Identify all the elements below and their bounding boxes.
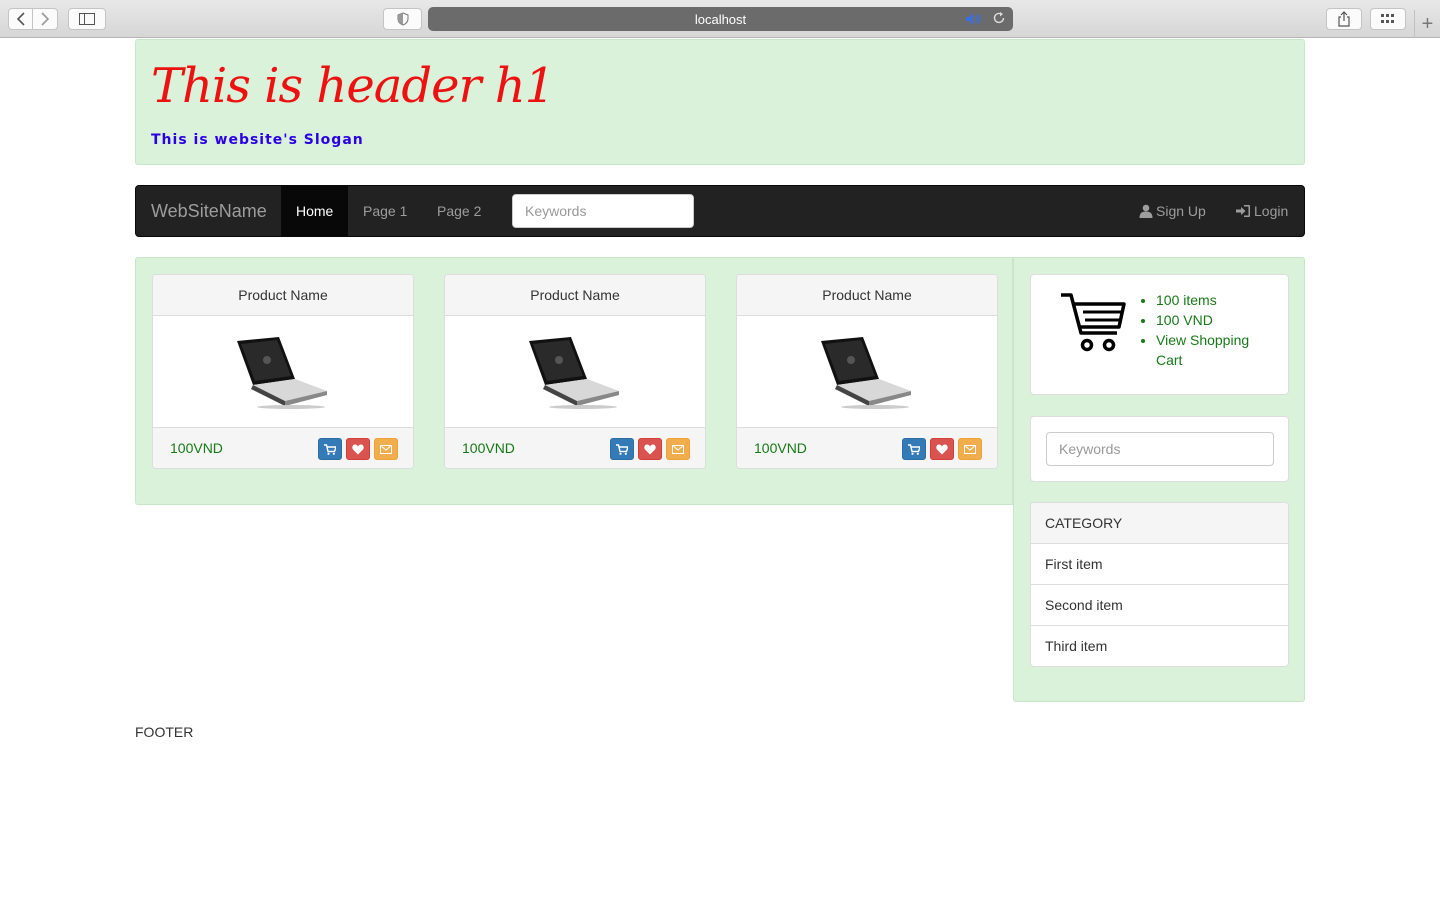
tab-overview-button[interactable] bbox=[1370, 8, 1406, 30]
user-icon bbox=[1139, 204, 1153, 218]
chevron-left-icon bbox=[16, 12, 25, 26]
address-bar[interactable]: localhost bbox=[428, 7, 1013, 31]
cart-icon bbox=[324, 443, 336, 455]
navbar-search-input[interactable] bbox=[512, 194, 694, 228]
sidebar-icon bbox=[79, 13, 95, 25]
header-title: This is header h1 bbox=[151, 58, 555, 114]
nav-home[interactable]: Home bbox=[281, 186, 349, 236]
login-label: Login bbox=[1254, 203, 1289, 219]
back-button[interactable] bbox=[8, 8, 33, 30]
sidebar-toggle-button[interactable] bbox=[68, 8, 106, 30]
share-button[interactable] bbox=[1326, 8, 1362, 30]
favorite-button[interactable] bbox=[346, 438, 370, 460]
forward-button[interactable] bbox=[33, 8, 58, 30]
sidebar-search-panel bbox=[1030, 416, 1289, 482]
browser-toolbar: localhost + bbox=[0, 0, 1440, 38]
category-panel: CATEGORY First item Second item Third it… bbox=[1030, 502, 1289, 667]
share-icon bbox=[1338, 11, 1350, 27]
shield-icon bbox=[397, 12, 408, 26]
cart-item-count: 100 items bbox=[1156, 290, 1279, 310]
add-to-cart-button[interactable] bbox=[318, 438, 342, 460]
product-name[interactable]: Product Name bbox=[737, 275, 997, 316]
nav-signup[interactable]: Sign Up bbox=[1139, 186, 1206, 236]
heart-icon bbox=[352, 444, 364, 454]
shopping-cart-icon[interactable] bbox=[1059, 291, 1127, 353]
grid-icon bbox=[1381, 14, 1394, 23]
privacy-shield-button[interactable] bbox=[383, 8, 422, 30]
favorite-button[interactable] bbox=[638, 438, 662, 460]
email-button[interactable] bbox=[374, 438, 398, 460]
main-navbar: WebSiteName Home Page 1 Page 2 Sign Up L… bbox=[135, 185, 1305, 237]
signup-label: Sign Up bbox=[1156, 203, 1206, 219]
laptop-image[interactable] bbox=[819, 335, 915, 409]
speaker-icon[interactable] bbox=[965, 12, 983, 26]
category-title: CATEGORY bbox=[1031, 503, 1288, 544]
cart-icon bbox=[616, 443, 628, 455]
product-price: 100VND bbox=[754, 440, 807, 456]
product-card: Product Name 100VND bbox=[444, 274, 706, 469]
view-cart-link[interactable]: View Shopping Cart bbox=[1156, 330, 1279, 370]
page-footer: FOOTER bbox=[135, 724, 194, 740]
chevron-right-icon bbox=[41, 12, 50, 26]
email-button[interactable] bbox=[958, 438, 982, 460]
cart-summary-panel: 100 items 100 VND View Shopping Cart bbox=[1030, 274, 1289, 395]
site-slogan: This is website's Slogan bbox=[151, 132, 364, 148]
category-item[interactable]: Second item bbox=[1031, 585, 1288, 626]
cart-total: 100 VND bbox=[1156, 310, 1279, 330]
heart-icon bbox=[936, 444, 948, 454]
category-item[interactable]: Third item bbox=[1031, 626, 1288, 667]
email-button[interactable] bbox=[666, 438, 690, 460]
product-price: 100VND bbox=[462, 440, 515, 456]
heart-icon bbox=[644, 444, 656, 454]
envelope-icon bbox=[964, 444, 976, 454]
laptop-image[interactable] bbox=[235, 335, 331, 409]
sidebar: 100 items 100 VND View Shopping Cart CAT… bbox=[1013, 257, 1305, 702]
product-price: 100VND bbox=[170, 440, 223, 456]
cart-icon bbox=[908, 443, 920, 455]
nav-login[interactable]: Login bbox=[1236, 186, 1288, 236]
site-header: This is header h1 This is website's Slog… bbox=[135, 39, 1305, 165]
laptop-image[interactable] bbox=[527, 335, 623, 409]
product-name[interactable]: Product Name bbox=[445, 275, 705, 316]
reload-icon[interactable] bbox=[992, 11, 1006, 25]
product-card: Product Name 100VND bbox=[736, 274, 998, 469]
cart-summary-list: 100 items 100 VND View Shopping Cart bbox=[1139, 290, 1279, 370]
category-item[interactable]: First item bbox=[1031, 544, 1288, 585]
envelope-icon bbox=[672, 444, 684, 454]
plus-icon: + bbox=[1421, 12, 1434, 35]
envelope-icon bbox=[380, 444, 392, 454]
add-to-cart-button[interactable] bbox=[902, 438, 926, 460]
add-to-cart-button[interactable] bbox=[610, 438, 634, 460]
new-tab-button[interactable]: + bbox=[1414, 10, 1440, 38]
navbar-brand[interactable]: WebSiteName bbox=[151, 186, 267, 236]
product-name[interactable]: Product Name bbox=[153, 275, 413, 316]
product-card: Product Name 100VND bbox=[152, 274, 414, 469]
favorite-button[interactable] bbox=[930, 438, 954, 460]
login-icon bbox=[1236, 205, 1250, 217]
nav-page-2[interactable]: Page 2 bbox=[422, 186, 496, 236]
product-area: Product Name 100VND Product Name 100VND … bbox=[135, 257, 1013, 505]
sidebar-search-input[interactable] bbox=[1046, 432, 1274, 466]
nav-page-1[interactable]: Page 1 bbox=[348, 186, 422, 236]
url-text: localhost bbox=[694, 11, 747, 27]
